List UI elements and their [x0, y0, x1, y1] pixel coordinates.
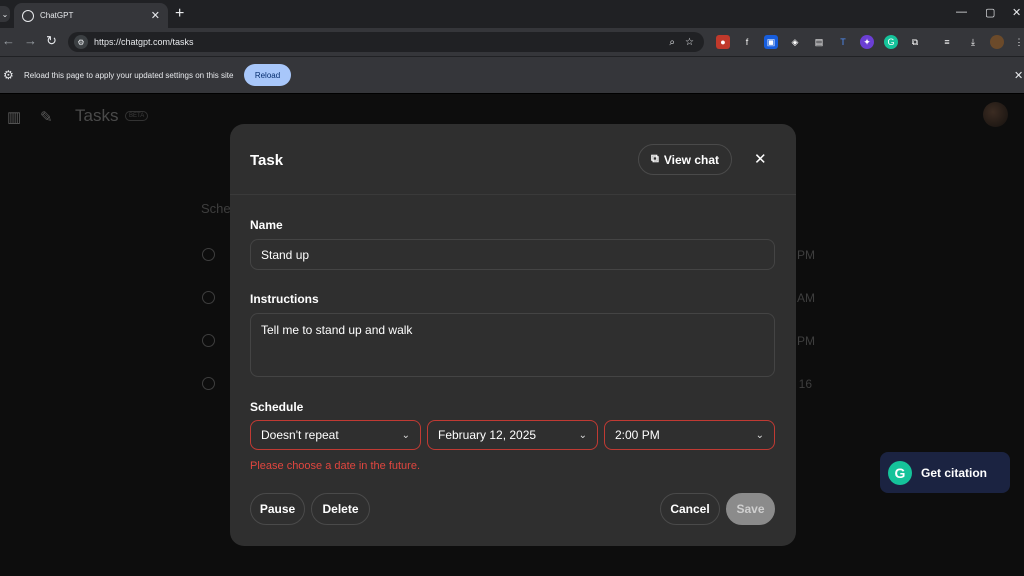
maximize-icon: ▢ [985, 7, 996, 19]
url-text: https://chatgpt.com/tasks [94, 37, 194, 47]
page-title: Tasks [75, 106, 119, 125]
beta-badge: BETA [125, 111, 149, 121]
time-value: 2:00 PM [615, 428, 660, 442]
task-dialog: Task ⧉ View chat ✕ Name Stand up Instruc… [230, 124, 796, 546]
chevron-down-icon: ⌄ [755, 429, 764, 441]
get-citation-label: Get citation [921, 465, 988, 480]
zoom-icon[interactable]: ⌕ [669, 37, 675, 48]
name-label: Name [250, 218, 283, 232]
gear-icon: ⚙ [3, 68, 14, 82]
avatar[interactable] [983, 102, 1008, 127]
repeat-select[interactable]: Doesn't repeat ⌄ [250, 420, 421, 450]
close-icon: ✕ [1012, 7, 1022, 19]
clock-icon [202, 291, 215, 304]
repeat-value: Doesn't repeat [261, 428, 339, 442]
site-settings-icon[interactable]: ⚙ [74, 35, 88, 49]
task-time: AM [797, 291, 815, 305]
tab-strip: ⌄ ChatGPT ✕ + — ▢ ✕ [0, 0, 1024, 28]
minimize-button[interactable]: — [956, 6, 967, 18]
clock-icon [202, 248, 215, 261]
infobar-message: Reload this page to apply your updated s… [24, 71, 234, 80]
plus-icon: + [175, 5, 185, 22]
profile-avatar[interactable] [990, 35, 1004, 49]
clock-icon [202, 377, 215, 390]
task-time: PM [797, 248, 815, 262]
reload-button[interactable]: Reload [244, 64, 291, 86]
new-chat-icon[interactable]: ✎ [40, 108, 53, 126]
divider [230, 194, 796, 195]
view-chat-label: View chat [663, 152, 719, 167]
get-citation-button[interactable]: G Get citation [880, 452, 1010, 493]
grammarly-icon: G [888, 460, 912, 485]
back-icon[interactable]: ← [2, 33, 15, 48]
save-button[interactable]: Save [726, 493, 775, 525]
view-chat-button[interactable]: ⧉ View chat [638, 144, 732, 175]
infobar: ⚙ Reload this page to apply your updated… [0, 56, 1024, 93]
extension-icon[interactable]: ▣ [764, 35, 778, 49]
date-value: February 12, 2025 [438, 428, 537, 442]
reload-icon[interactable]: ↻ [46, 33, 57, 49]
chevron-down-icon: ⌄ [578, 429, 587, 441]
window-close-button[interactable]: ✕ [1012, 6, 1021, 19]
chevron-down-icon: ⌄ [401, 429, 410, 441]
tab-chatgpt[interactable]: ChatGPT ✕ [14, 3, 168, 28]
extension-icon[interactable]: ● [716, 35, 730, 49]
address-bar[interactable]: ⚙ https://chatgpt.com/tasks ⌕ ☆ [68, 32, 704, 52]
name-field[interactable]: Stand up [250, 239, 775, 270]
instructions-label: Instructions [250, 292, 319, 306]
tab-title: ChatGPT [40, 11, 74, 20]
extension-icon[interactable]: ✦ [860, 35, 874, 49]
pause-button[interactable]: Pause [250, 493, 305, 525]
extension-icon[interactable]: f [740, 35, 754, 49]
star-icon[interactable]: ☆ [685, 37, 694, 48]
chatgpt-favicon [22, 9, 34, 22]
maximize-button[interactable]: ▢ [985, 6, 995, 19]
chevron-down-icon: ⌄ [1, 9, 9, 19]
new-tab-button[interactable]: + [175, 5, 184, 23]
task-time: PM [797, 334, 815, 348]
schedule-label: Schedule [250, 400, 304, 414]
extension-icon[interactable]: T [836, 35, 850, 49]
minimize-icon: — [956, 6, 967, 18]
forward-icon[interactable]: → [24, 33, 37, 48]
clock-icon [202, 334, 215, 347]
reading-list-icon[interactable]: ≡ [940, 35, 954, 49]
sidebar-icon[interactable]: ▥ [7, 108, 21, 126]
view-chat-icon: ⧉ [651, 153, 659, 165]
dialog-title: Task [250, 152, 284, 169]
extension-icon[interactable]: ▤ [812, 35, 826, 49]
close-tab-icon[interactable]: ✕ [151, 9, 160, 22]
time-select[interactable]: 2:00 PM ⌄ [604, 420, 775, 450]
delete-button[interactable]: Delete [311, 493, 370, 525]
extensions-puzzle-icon[interactable]: ⧉ [908, 35, 922, 49]
error-message: Please choose a date in the future. [250, 460, 421, 472]
section-heading: Sche [201, 201, 231, 216]
extension-icon[interactable]: G [884, 35, 898, 49]
date-select[interactable]: February 12, 2025 ⌄ [427, 420, 598, 450]
infobar-close-icon[interactable]: ✕ [1014, 69, 1023, 82]
close-icon[interactable]: ✕ [754, 150, 767, 168]
browser-toolbar: ← → ↻ ⚙ https://chatgpt.com/tasks ⌕ ☆ ● … [0, 28, 1024, 56]
instructions-field[interactable]: Tell me to stand up and walk [250, 313, 775, 377]
download-icon[interactable]: ⤓ [966, 35, 980, 49]
menu-icon[interactable]: ⋮ [1012, 35, 1024, 49]
extension-icon[interactable]: ◈ [788, 35, 802, 49]
tab-search-button[interactable]: ⌄ [0, 6, 10, 22]
cancel-button[interactable]: Cancel [660, 493, 720, 525]
